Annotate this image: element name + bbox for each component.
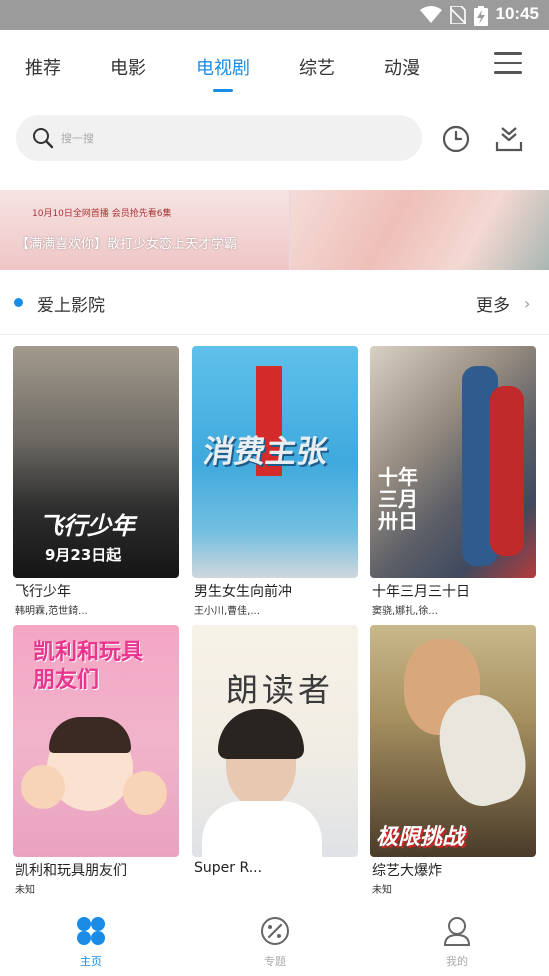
video-card[interactable]: 飞行少年 9月23日起 飞行少年 韩明霖,范世錡...: [13, 346, 179, 617]
tab-recommend[interactable]: 推荐: [25, 54, 61, 80]
card-title: Super R...: [194, 860, 263, 876]
chevron-right-icon[interactable]: ›: [524, 294, 530, 313]
nav-topics-label: 专题: [264, 955, 286, 968]
tab-movie[interactable]: 电影: [110, 54, 146, 80]
user-icon: [443, 917, 471, 946]
banner-image-right: [291, 190, 549, 270]
nav-home-label: 主页: [80, 955, 102, 968]
video-card[interactable]: 消费主张 男生女生向前冲 王小川,曹佳,...: [192, 346, 358, 617]
wifi-icon: [420, 6, 442, 23]
video-card[interactable]: 朗读者 Super R...: [192, 625, 358, 895]
status-time: 10:45: [495, 4, 539, 23]
poster-image: 消费主张: [192, 346, 358, 578]
video-card[interactable]: 十年三月卅日 十年三月三十日 窦骁,娜扎,徐...: [370, 346, 536, 617]
card-title: 飞行少年: [15, 584, 71, 600]
search-icon: [33, 128, 54, 149]
card-title: 综艺大爆炸: [372, 863, 442, 879]
banner-caption: 【满满喜欢你】散打少女恋上天才学霸: [16, 237, 238, 252]
poster-title: 极限挑战: [376, 825, 465, 850]
poster-image: 十年三月卅日: [370, 346, 536, 578]
battery-charging-icon: [474, 6, 488, 26]
section-title: 爱上影院: [37, 296, 105, 316]
nav-topics[interactable]: 专题: [235, 915, 315, 969]
nav-profile-label: 我的: [446, 955, 468, 968]
card-cast: 未知: [15, 885, 35, 896]
poster-title: 朗读者: [226, 671, 335, 709]
poster-title: 消费主张: [200, 434, 331, 470]
tab-anime[interactable]: 动漫: [384, 54, 420, 80]
poster-image: 凯利和玩具朋友们: [13, 625, 179, 857]
card-cast: 窦骁,娜扎,徐...: [372, 606, 438, 617]
tab-tv-series[interactable]: 电视剧: [196, 54, 250, 80]
poster-title: 十年三月卅日: [378, 465, 418, 533]
status-bar: 10:45: [0, 0, 549, 30]
nav-profile[interactable]: 我的: [417, 915, 497, 969]
promo-banner[interactable]: 10月10日全网首播 会员抢先看6集 【满满喜欢你】散打少女恋上天才学霸: [0, 190, 549, 270]
topic-palette-icon: [261, 917, 289, 945]
poster-image: 飞行少年 9月23日起: [13, 346, 179, 578]
poster-title: 凯利和玩具朋友们: [33, 640, 144, 693]
section-dot: [14, 298, 23, 307]
tab-variety[interactable]: 综艺: [299, 54, 335, 80]
more-link[interactable]: 更多: [476, 291, 510, 316]
video-card[interactable]: 凯利和玩具朋友们 凯利和玩具朋友们 未知: [13, 625, 179, 896]
card-cast: 王小川,曹佳,...: [194, 606, 260, 617]
bottom-navigation: 主页 专题 我的: [0, 905, 549, 976]
poster-image: 朗读者: [192, 625, 358, 857]
search-input[interactable]: 搜一搜: [16, 115, 422, 161]
poster-image: 极限挑战: [370, 625, 536, 857]
category-tabs: 推荐 电影 电视剧 综艺 动漫: [0, 30, 549, 100]
nav-home[interactable]: 主页: [51, 915, 131, 969]
card-cast: 韩明霖,范世錡...: [15, 606, 88, 617]
active-tab-indicator: [213, 89, 233, 92]
card-title: 男生女生向前冲: [194, 584, 292, 600]
no-sim-icon: [450, 6, 466, 24]
poster-title: 飞行少年: [39, 512, 135, 540]
menu-icon[interactable]: [494, 52, 522, 78]
section-header: 爱上影院 更多 ›: [0, 282, 549, 322]
home-grid-icon: [77, 917, 105, 945]
video-card[interactable]: 极限挑战 综艺大爆炸 未知: [370, 625, 536, 896]
banner-image-left: [0, 190, 289, 270]
search-row: 搜一搜: [0, 100, 549, 184]
banner-subtitle: 10月10日全网首播 会员抢先看6集: [32, 209, 172, 219]
search-placeholder: 搜一搜: [61, 132, 94, 145]
download-icon[interactable]: [494, 124, 524, 154]
poster-date: 9月23日起: [45, 546, 122, 564]
card-title: 十年三月三十日: [372, 584, 470, 600]
divider: [0, 334, 549, 335]
history-clock-icon[interactable]: [441, 124, 471, 154]
card-cast: 未知: [372, 885, 392, 896]
card-title: 凯利和玩具朋友们: [15, 863, 127, 879]
